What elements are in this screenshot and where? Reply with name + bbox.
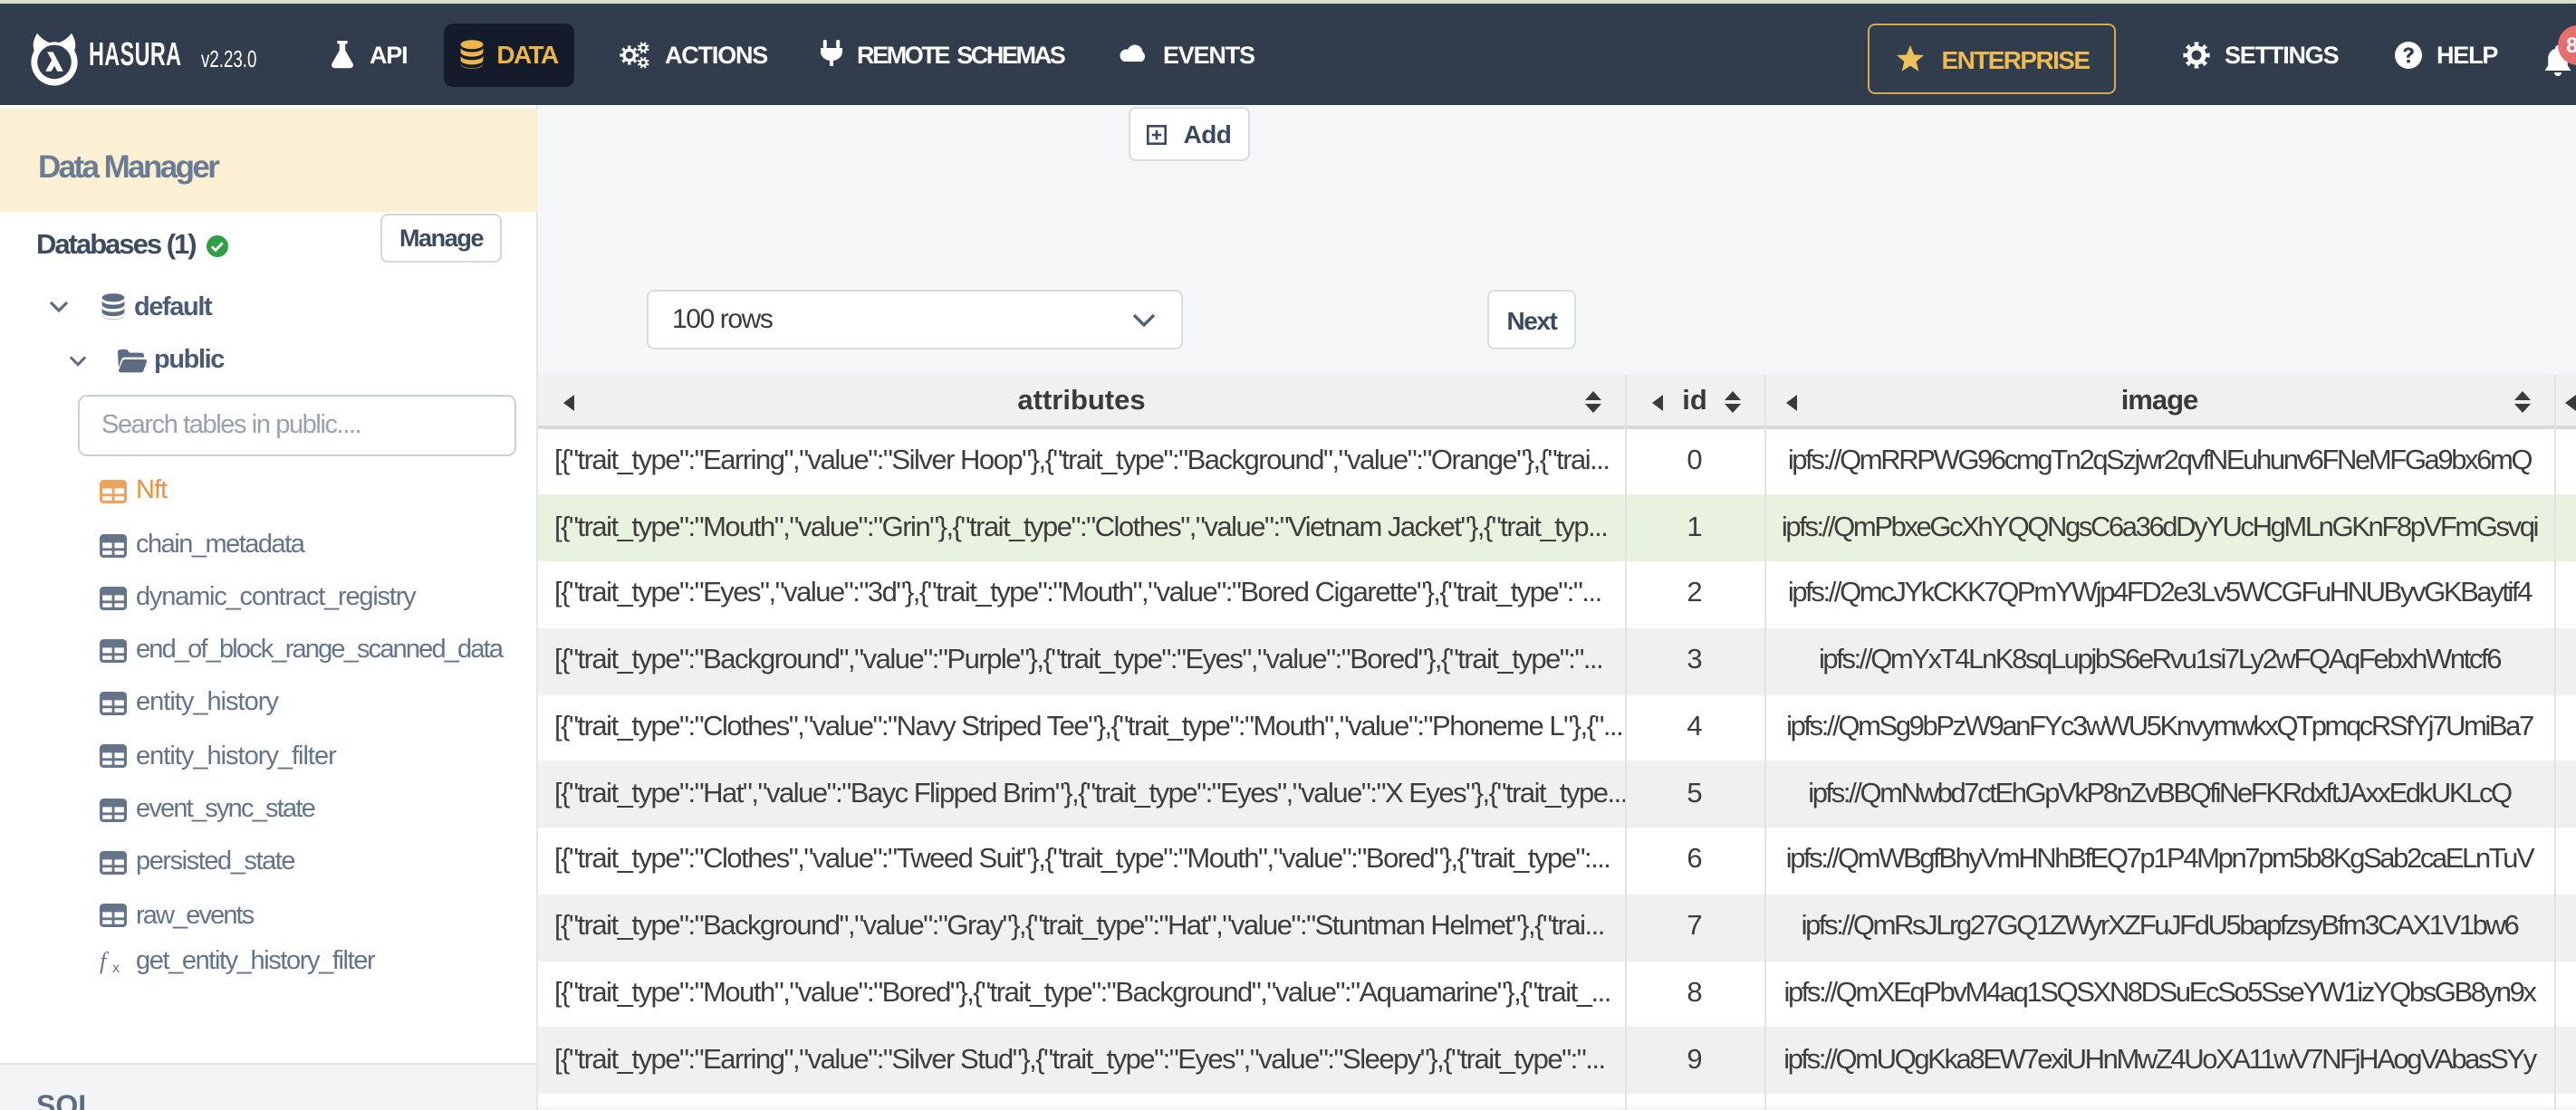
svg-text:f: f [100,949,110,974]
svg-text:x: x [112,961,120,974]
